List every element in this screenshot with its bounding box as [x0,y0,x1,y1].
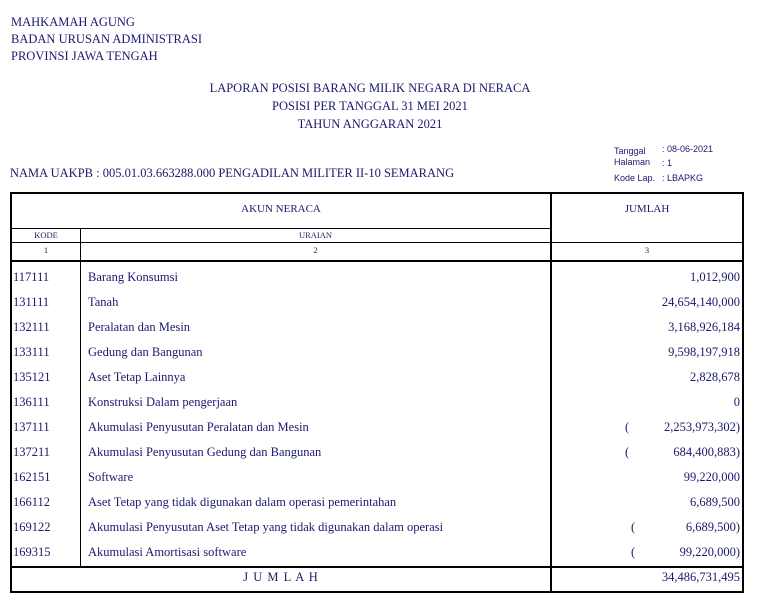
report-title: LAPORAN POSISI BARANG MILIK NEGARA DI NE… [209,81,531,95]
row-uraian: Akumulasi Penyusutan Aset Tetap yang tid… [88,520,444,534]
report-date: POSISI PER TANGGAL 31 MEI 2021 [272,99,468,113]
org-line-1: MAHKAMAH AGUNG [11,15,135,29]
row-kode: 137111 [13,420,50,434]
row-kode: 135121 [13,370,51,384]
table-row: 135121 Aset Tetap Lainnya 2,828,678 [12,365,742,390]
row-uraian: Aset Tetap Lainnya [88,370,186,384]
row-kode: 136111 [13,395,50,409]
table-row: 137211 Akumulasi Penyusutan Gedung dan Ba… [12,440,742,465]
row-jumlah: 9,598,197,918 [668,345,740,359]
colnum-2: 2 [313,245,318,255]
row-jumlah: 0 [733,395,740,409]
row-jumlah: 2,828,678 [690,370,740,384]
colnum-1: 1 [43,245,49,255]
table-row: 166112 Aset Tetap yang tidak digunakan da… [12,490,742,515]
row-jumlah: 1,012,900 [690,270,740,284]
total-label: J U M L A H [243,570,319,584]
row-kode: 169122 [13,520,51,534]
table-row: 136111 Konstruksi Dalam pengerjaan 0 [12,390,742,415]
row-kode: 169315 [13,545,51,559]
header-akun-neraca: AKUN NERACA [241,203,321,215]
row-kode: 166112 [13,495,51,509]
table-row: 132111 Peralatan dan Mesin 3,168,926,184 [12,315,742,340]
row-jumlah: 6,689,500) [685,520,740,534]
kode-lap-value: : LBAPKG [662,173,704,183]
row-uraian: Barang Konsumsi [88,270,178,284]
row-jumlah: 99,220,000) [679,545,740,559]
row-paren: ( [631,520,636,534]
table-row: 133111 Gedung dan Bangunan 9,598,197,918 [12,340,742,365]
tanggal-value: : 08-06-2021 [662,144,714,154]
row-kode: 117111 [13,270,50,284]
row-uraian: Gedung dan Bangunan [88,345,203,359]
report-year: TAHUN ANGGARAN 2021 [297,117,443,131]
row-paren: ( [625,445,630,459]
row-paren: ( [631,545,636,559]
total-value: 34,486,731,495 [661,570,740,584]
row-jumlah: 24,654,140,000 [661,295,740,309]
kode-lap-label: Kode Lap. [614,173,656,183]
tanggal-label: Tanggal [614,146,646,156]
row-uraian: Software [88,470,134,484]
row-uraian: Akumulasi Penyusutan Peralatan dan Mesin [88,420,309,434]
row-jumlah: 684,400,883) [673,445,740,459]
header-uraian: URAIAN [298,230,333,240]
row-uraian: Tanah [88,295,119,309]
row-uraian: Akumulasi Penyusutan Gedung dan Bangunan [88,445,322,459]
table-row: 137111 Akumulasi Penyusutan Peralatan dan… [12,415,742,440]
row-uraian: Akumulasi Amortisasi software [88,545,247,559]
row-uraian: Konstruksi Dalam pengerjaan [88,395,238,409]
table-row: 117111 Barang Konsumsi 1,012,900 [12,265,742,290]
row-kode: 137211 [13,445,51,459]
row-jumlah: 2,253,973,302) [663,420,740,434]
row-kode: 133111 [13,345,50,359]
row-paren: ( [625,420,630,434]
row-kode: 131111 [13,295,50,309]
table-row: 131111 Tanah 24,654,140,000 [12,290,742,315]
table-row: 162151 Software 99,220,000 [12,465,742,490]
row-jumlah: 99,220,000 [683,470,740,484]
row-kode: 132111 [13,320,50,334]
table-row: 169315 Akumulasi Amortisasi software (99,2… [12,540,742,565]
row-uraian: Aset Tetap yang tidak digunakan dalam op… [88,495,397,509]
halaman-label: Halaman [614,157,651,167]
header-kode: KODE [34,230,58,240]
org-line-3: PROVINSI JAWA TENGAH [11,49,158,63]
row-kode: 162151 [13,470,51,484]
header-jumlah: JUMLAH [624,203,670,215]
row-uraian: Peralatan dan Mesin [88,320,191,334]
org-line-2: BADAN URUSAN ADMINISTRASI [11,32,202,46]
total-row: J U M L A H 34,486,731,495 [12,567,742,590]
uakpb-line: NAMA UAKPB : 005.01.03.663288.000 PENGAD… [10,166,455,180]
halaman-value: : 1 [662,158,673,168]
row-jumlah: 6,689,500 [690,495,740,509]
colnum-3: 3 [644,245,650,255]
table-row: 169122 Akumulasi Penyusutan Aset Tetap ya… [12,515,742,540]
row-jumlah: 3,168,926,184 [668,320,740,334]
